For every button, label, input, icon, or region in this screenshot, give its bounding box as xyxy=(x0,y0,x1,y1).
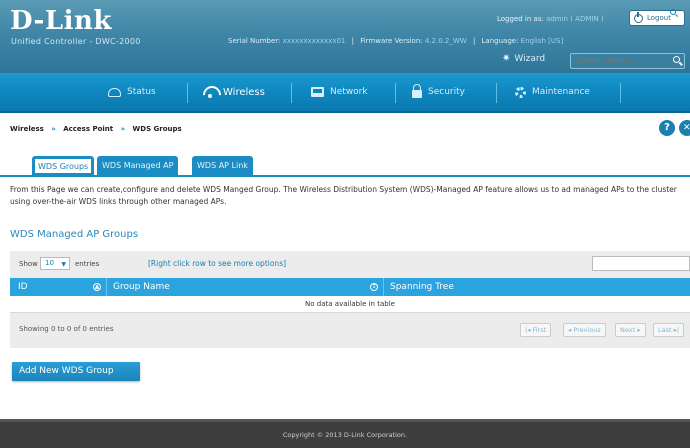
nav-security-label: Security xyxy=(428,87,465,97)
chevron-down-icon: ▼ xyxy=(61,261,66,268)
status-icon xyxy=(108,87,121,97)
page-size-select[interactable]: 10 ▼ xyxy=(40,257,70,270)
sort-icon[interactable]: ↕ xyxy=(370,283,378,291)
table-search-input[interactable] xyxy=(592,256,690,271)
app-header: D-Link Unified Controller - DWC-2000 Log… xyxy=(0,0,690,73)
nav-security[interactable]: Security xyxy=(412,73,465,111)
nav-status[interactable]: Status xyxy=(108,73,156,111)
column-id[interactable]: ID xyxy=(18,278,28,296)
breadcrumb-wireless[interactable]: Wireless xyxy=(10,125,44,133)
brand-logo: D-Link xyxy=(10,6,112,36)
network-icon xyxy=(311,87,324,97)
breadcrumb-access-point[interactable]: Access Point xyxy=(63,125,113,133)
search-icon xyxy=(670,9,676,15)
search-icon[interactable] xyxy=(673,56,680,63)
first-page-button[interactable]: |◂ First xyxy=(520,323,552,337)
nav-wireless-label: Wireless xyxy=(223,86,265,98)
nav-maintenance[interactable]: Maintenance xyxy=(515,73,590,111)
right-click-hint: [Right click row to see more options] xyxy=(148,259,287,268)
device-info: Serial Number: xxxxxxxxxxxxx01 | Firmwar… xyxy=(228,37,564,45)
breadcrumb: Wireless » Access Point » WDS Groups xyxy=(10,125,182,133)
entries-label: entries xyxy=(75,260,100,268)
table-header: ID ▲ Group Name ↕ Spanning Tree xyxy=(10,278,690,296)
empty-table-row: No data available in table xyxy=(10,296,690,313)
power-icon xyxy=(634,11,643,23)
serial-value: xxxxxxxxxxxxx01 xyxy=(282,37,346,45)
wizard-link[interactable]: ✷ Wizard xyxy=(502,53,545,64)
nav-maintenance-label: Maintenance xyxy=(532,87,590,97)
gear-icon xyxy=(515,86,526,98)
column-group-name[interactable]: Group Name xyxy=(113,278,170,296)
main-nav: Status Wireless Network Security Mainten… xyxy=(0,73,690,113)
tab-wds-groups[interactable]: WDS Groups xyxy=(32,156,95,175)
nav-wireless[interactable]: Wireless xyxy=(203,73,265,111)
breadcrumb-wds-groups: WDS Groups xyxy=(132,125,182,133)
language-label: Language: xyxy=(481,37,519,45)
table-info: Showing 0 to 0 of 0 entries xyxy=(19,325,114,333)
add-wds-group-button[interactable]: Add New WDS Group xyxy=(12,362,140,381)
login-info: Logged in as: admin ( ADMIN ) xyxy=(497,15,604,23)
logout-label: Logout xyxy=(647,14,671,22)
serial-label: Serial Number: xyxy=(228,37,281,45)
section-title: WDS Managed AP Groups xyxy=(10,229,139,240)
tab-wds-ap-link[interactable]: WDS AP Link xyxy=(192,156,253,175)
sort-icon[interactable]: ▲ xyxy=(93,283,101,291)
page-description: From this Page we can create,configure a… xyxy=(10,185,677,206)
table-toolbar: Show 10 ▼ entries [Right click row to se… xyxy=(10,251,690,278)
next-page-button[interactable]: Next ▸ xyxy=(615,323,646,337)
copyright-footer: Copyright © 2013 D-Link Corporation. xyxy=(0,419,690,448)
last-page-button[interactable]: Last ▸| xyxy=(653,323,685,337)
lock-icon xyxy=(412,84,422,98)
logged-in-user: admin ( ADMIN ) xyxy=(546,15,604,23)
wizard-label: Wizard xyxy=(514,53,546,64)
page-size-value: 10 xyxy=(45,259,54,267)
nav-network-label: Network xyxy=(330,87,368,97)
nav-status-label: Status xyxy=(127,87,156,97)
logout-button[interactable]: Logout xyxy=(629,10,685,26)
help-button[interactable]: ? xyxy=(659,120,675,136)
wifi-icon xyxy=(203,86,217,98)
logged-in-label: Logged in as: xyxy=(497,15,544,23)
column-spanning-tree[interactable]: Spanning Tree xyxy=(390,278,454,296)
tab-underline xyxy=(0,175,690,177)
firmware-label: Firmware Version: xyxy=(360,37,423,45)
language-select[interactable]: English [US] xyxy=(521,37,564,45)
firmware-value: 4.2.0.2_WW xyxy=(424,37,467,45)
previous-page-button[interactable]: ◂ Previous xyxy=(563,323,606,337)
table-footer: Showing 0 to 0 of 0 entries |◂ First ◂ P… xyxy=(10,313,690,348)
product-name: Unified Controller - DWC-2000 xyxy=(11,37,141,46)
wizard-icon: ✷ xyxy=(502,53,511,64)
tab-wds-managed-ap[interactable]: WDS Managed AP xyxy=(97,156,179,175)
nav-network[interactable]: Network xyxy=(311,73,368,111)
system-search-input[interactable] xyxy=(570,53,685,69)
show-label: Show xyxy=(19,260,38,268)
close-icon[interactable]: ✕ xyxy=(679,120,690,136)
